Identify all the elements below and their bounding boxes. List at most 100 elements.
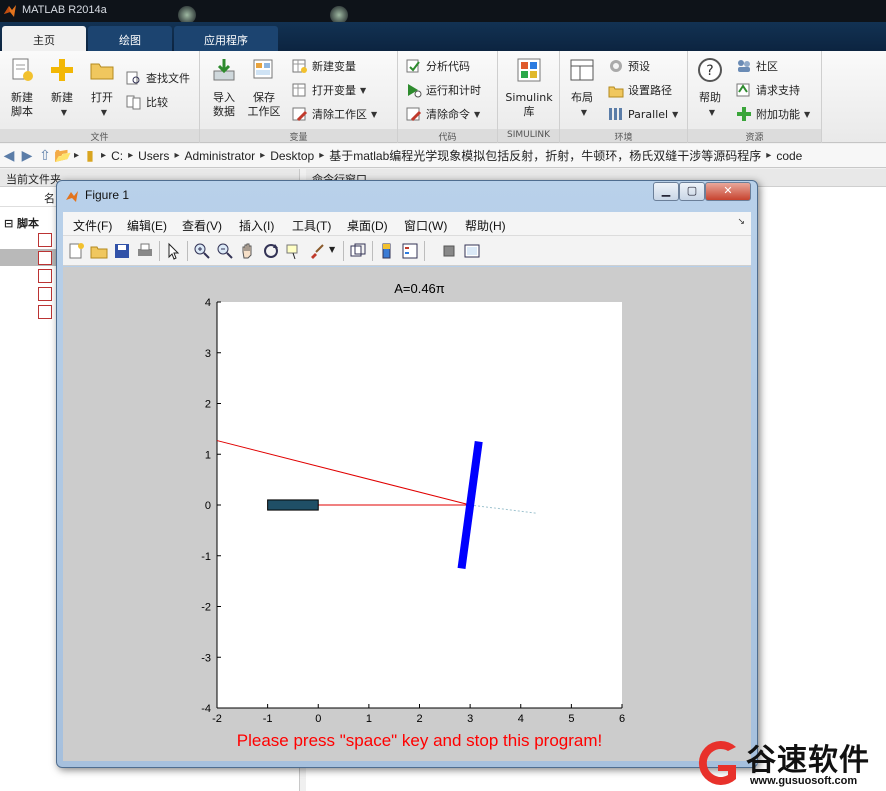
add-ons-button[interactable]: 附加功能 ▼: [736, 104, 810, 124]
save-workspace-icon: [253, 59, 273, 79]
open-button[interactable]: 打开 ▼: [84, 57, 120, 120]
import-data-label: 导入 数据: [213, 91, 235, 118]
breadcrumb-users[interactable]: Users: [138, 149, 169, 163]
show-plot-tools-icon[interactable]: [463, 242, 481, 260]
toolbar-separator: [159, 241, 160, 261]
new-button[interactable]: 新建 ▼: [44, 57, 80, 120]
breadcrumb-drive[interactable]: C:: [111, 149, 123, 163]
tab-apps[interactable]: 应用程序: [174, 26, 278, 51]
file-icon[interactable]: [38, 269, 52, 283]
preferences-button[interactable]: 预设: [608, 56, 650, 76]
forward-arrow-icon[interactable]: ▶: [18, 147, 36, 164]
breadcrumb-project[interactable]: 基于matlab编程光学现象模拟包括反射，折射，牛顿环，杨氏双缝干涉等源码程序: [329, 147, 761, 164]
request-support-button[interactable]: 请求支持: [736, 80, 800, 100]
set-path-button[interactable]: 设置路径: [608, 80, 672, 100]
brush-icon[interactable]: [308, 242, 326, 260]
up-folder-icon[interactable]: ⇧: [36, 147, 54, 164]
pointer-icon[interactable]: [164, 242, 182, 260]
breadcrumb-desktop[interactable]: Desktop: [270, 149, 314, 163]
menu-view[interactable]: 查看(V): [182, 217, 222, 234]
figure-canvas[interactable]: -2 -1 0 1 2 3 4 5 6 -4 -3 -2 -1 0 1 2 3 4 A=0.46π Please pr…: [63, 267, 751, 761]
rotate-3d-icon[interactable]: [262, 242, 280, 260]
clear-workspace-button[interactable]: 清除工作区 ▼: [292, 104, 377, 124]
chevron-down-icon: ▼: [371, 109, 378, 119]
browse-folder-icon[interactable]: 📂: [54, 147, 72, 164]
import-data-button[interactable]: 导入 数据: [206, 57, 242, 119]
menu-file[interactable]: 文件(F): [73, 217, 112, 234]
find-files-button[interactable]: 查找文件: [126, 68, 190, 88]
y-tick-label: 2: [205, 399, 211, 411]
data-cursor-icon[interactable]: [285, 242, 303, 260]
save-workspace-button[interactable]: 保存 工作区: [246, 57, 282, 119]
pan-icon[interactable]: [239, 242, 257, 260]
new-label: 新建: [51, 91, 73, 104]
zoom-out-icon[interactable]: [216, 242, 234, 260]
x-tick-label: 5: [568, 713, 574, 725]
file-icon[interactable]: [38, 233, 52, 247]
gusuosoft-logo: [698, 741, 736, 785]
simulink-library-button[interactable]: Simulink 库: [503, 57, 555, 119]
open-file-icon[interactable]: [90, 242, 108, 260]
separator: ▸: [74, 150, 80, 161]
hide-plot-tools-icon[interactable]: [440, 242, 458, 260]
open-variable-button[interactable]: 打开变量 ▼: [292, 80, 366, 100]
close-button[interactable]: ✕: [705, 182, 751, 201]
clear-commands-button[interactable]: 清除命令 ▼: [406, 104, 480, 124]
parallel-button[interactable]: Parallel ▼: [608, 104, 678, 124]
analyze-code-button[interactable]: 分析代码: [406, 56, 470, 76]
maximize-button[interactable]: ▢: [679, 182, 705, 201]
minimize-button[interactable]: ▁: [653, 182, 679, 201]
layout-label: 布局: [571, 91, 593, 104]
tab-plots[interactable]: 绘图: [88, 26, 172, 51]
file-icon[interactable]: [38, 251, 52, 265]
run-and-time-button[interactable]: 运行和计时: [406, 80, 481, 100]
save-icon[interactable]: [113, 242, 131, 260]
zoom-in-icon[interactable]: [193, 242, 211, 260]
clear-commands-label: 清除命令: [426, 108, 470, 121]
breadcrumb-code[interactable]: code: [776, 149, 802, 163]
help-icon: ?: [698, 58, 722, 82]
menu-tools[interactable]: 工具(T): [292, 217, 331, 234]
community-icon: [738, 60, 750, 72]
compare-button[interactable]: 比较: [126, 92, 168, 112]
menu-edit[interactable]: 编辑(E): [127, 217, 167, 234]
folder-scripts[interactable]: ⊟ 脚本: [4, 215, 39, 231]
chevron-down-icon: ▼: [672, 109, 679, 119]
figure-menu-bar: 文件(F) 编辑(E) 查看(V) 插入(I) 工具(T) 桌面(D) 窗口(W…: [63, 212, 751, 236]
request-support-icon: [736, 83, 750, 97]
ribbon-tabs: 主页 绘图 应用程序: [0, 22, 886, 51]
breadcrumb-administrator[interactable]: Administrator: [184, 149, 255, 163]
menu-window[interactable]: 窗口(W): [404, 217, 447, 234]
ribbon-group-variable: 导入 数据 保存 工作区 新建变量 打开变量 ▼ 清除工作区 ▼ 变量: [200, 51, 398, 143]
chevron-down-icon: ▼: [360, 85, 367, 95]
watermark-name: 谷速软件: [746, 743, 870, 778]
compare-icon: [126, 95, 141, 110]
back-arrow-icon[interactable]: ◀: [0, 147, 18, 164]
set-path-icon: [608, 86, 624, 98]
new-figure-icon[interactable]: [67, 242, 85, 260]
chart: -2 -1 0 1 2 3 4 5 6 -4 -3 -2 -1 0 1 2 3 4 A=0.46π Please pr…: [201, 281, 625, 750]
community-button[interactable]: 社区: [736, 56, 778, 76]
menu-insert[interactable]: 插入(I): [239, 217, 274, 234]
help-button[interactable]: ? 帮助 ▼: [692, 57, 728, 120]
link-plot-icon[interactable]: [349, 242, 367, 260]
request-support-label: 请求支持: [756, 84, 800, 97]
menu-desktop[interactable]: 桌面(D): [347, 217, 388, 234]
watermark: 谷速软件 www.gusuosoft.com: [684, 731, 886, 791]
new-variable-button[interactable]: 新建变量: [292, 56, 356, 76]
colorbar-icon[interactable]: [378, 242, 396, 260]
layout-button[interactable]: 布局 ▼: [564, 57, 600, 120]
tab-home[interactable]: 主页: [2, 26, 86, 51]
chevron-icon[interactable]: ↘: [737, 217, 745, 227]
file-icon[interactable]: [38, 305, 52, 319]
chart-title: A=0.46π: [394, 281, 445, 296]
x-tick-label: -1: [263, 713, 273, 725]
new-script-button[interactable]: 新建 脚本: [4, 57, 40, 119]
legend-icon[interactable]: [401, 242, 419, 260]
file-icon[interactable]: [38, 287, 52, 301]
menu-help[interactable]: 帮助(H): [465, 217, 506, 234]
chevron-down-icon[interactable]: ▼: [329, 245, 339, 263]
print-icon[interactable]: [136, 242, 154, 260]
breadcrumb-separator: ▸: [128, 150, 134, 161]
toolbar-separator: [372, 241, 373, 261]
